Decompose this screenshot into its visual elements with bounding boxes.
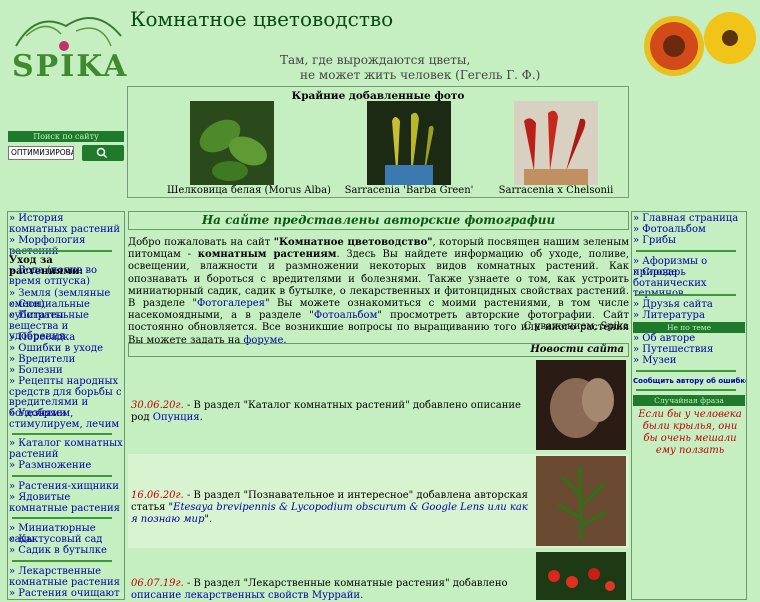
divider	[12, 560, 112, 562]
left-link-poisonous[interactable]: » Ядовитые комнатные растения	[9, 492, 123, 514]
left-link-carnivorous[interactable]: » Растения-хищники	[9, 481, 123, 493]
news-item: 30.06.20г. - В раздел "Каталог комнатных…	[128, 358, 629, 452]
news-text: 16.06.20г. - В раздел "Познавательное и …	[131, 490, 531, 526]
photo-thumb-sarracenia-barba[interactable]	[367, 101, 451, 185]
divider	[636, 294, 736, 296]
left-link-pests[interactable]: » Вредители	[9, 354, 123, 366]
news-body: ".	[204, 514, 213, 525]
divider	[12, 517, 112, 519]
left-link-repotting[interactable]: » Пересадка	[9, 332, 123, 344]
news-photo-lycopodium[interactable]	[536, 456, 626, 546]
left-link-diseases[interactable]: » Болезни	[9, 365, 123, 377]
news-date: 16.06.20г.	[131, 490, 184, 501]
welcome-site-name: "Комнатное цветоводство"	[273, 237, 433, 248]
left-link-medicinal[interactable]: » Лекарственные комнатные растения	[9, 566, 123, 588]
right-link-about[interactable]: » Об авторе	[633, 333, 745, 345]
left-link-history[interactable]: » История комнатных растений	[9, 213, 123, 235]
news-date: 06.07.19г.	[131, 578, 184, 589]
right-link-travels[interactable]: » Путешествия	[633, 344, 745, 356]
news-link[interactable]: Etesaya brevipennis & Lycopodium obscuru…	[131, 502, 528, 525]
news-text: 30.06.20г. - В раздел "Каталог комнатных…	[131, 400, 531, 424]
search-title: Поиск по сайту	[8, 131, 124, 142]
search-icon	[96, 147, 108, 159]
left-link-air-cleaning[interactable]: » Растения очищают воздух	[9, 588, 123, 599]
right-link-museums[interactable]: » Музеи	[633, 355, 745, 367]
photo-thumb-sarracenia-chelsonii[interactable]	[514, 101, 598, 185]
random-phrase-title: Случайная фраза	[633, 395, 745, 406]
right-sidebar: » Главная страница » Фотоальбом » Грибы …	[631, 211, 747, 600]
news-text: 06.07.19г. - В раздел "Лекарственные ком…	[131, 578, 531, 602]
photo-caption[interactable]: Sarracenia x Chelsonii	[491, 185, 621, 196]
left-link-water[interactable]: » Вода (полив во время отпуска)	[9, 265, 123, 287]
left-link-care-errors[interactable]: » Ошибки в уходе	[9, 343, 123, 355]
right-link-mushrooms[interactable]: » Грибы	[633, 235, 745, 247]
header-quote-line1: Там, где вырождаются цветы,	[280, 53, 471, 67]
photo-thumb-morus[interactable]	[190, 101, 274, 185]
offtopic-title: Не по теме	[633, 322, 745, 333]
news-item: 06.07.19г. - В раздел "Лекарственные ком…	[128, 550, 629, 602]
news-body: - В раздел "Лекарственные комнатные раст…	[183, 578, 508, 589]
logo-lettering: SPIKA	[12, 49, 128, 82]
photo-caption[interactable]: Шелковица белая (Morus Alba)	[167, 185, 331, 196]
random-phrase: Если бы у человека были крылья, они бы о…	[638, 409, 742, 456]
news-body: .	[199, 412, 203, 423]
news-link[interactable]: описание лекарственных свойств Муррайи	[131, 590, 360, 601]
left-link-catalog[interactable]: » Каталог комнатных растений	[9, 438, 123, 460]
divider	[12, 475, 112, 477]
photo-caption[interactable]: Sarracenia 'Barba Green'	[344, 185, 474, 196]
left-sidebar: » История комнатных растений » Морфологи…	[7, 211, 125, 600]
left-link-cactus-garden[interactable]: » Кактусовый сад	[9, 534, 123, 546]
news-photo-opuntia[interactable]	[536, 360, 626, 450]
left-link-fertilize[interactable]: » Удобряем, стимулируем, лечим	[9, 408, 123, 430]
header-quote-line2: не может жить человек (Гегель Г. Ф.)	[300, 68, 541, 82]
left-link-propagation[interactable]: » Размножение	[9, 460, 123, 472]
report-error-link[interactable]: Сообщить автору об ошибке	[633, 377, 746, 385]
right-link-friends[interactable]: » Друзья сайта	[633, 299, 745, 311]
right-link-home[interactable]: » Главная страница	[633, 213, 745, 225]
news-item: 16.06.20г. - В раздел "Познавательное и …	[128, 454, 629, 548]
header-flowers-image	[644, 12, 756, 76]
welcome-bold: комнатным растениям	[197, 249, 337, 261]
right-link-photoalbum[interactable]: » Фотоальбом	[633, 224, 745, 236]
search-input[interactable]: ОПТИМИЗИРОВАН	[8, 146, 74, 160]
divider	[636, 250, 736, 252]
welcome-part: Добро пожаловать на сайт	[128, 237, 274, 248]
divider	[12, 433, 112, 435]
search-button[interactable]	[82, 145, 124, 161]
link-photoalbum[interactable]: Фотоальбом	[314, 310, 377, 321]
right-link-literature[interactable]: » Литература	[633, 310, 745, 322]
site-logo[interactable]: SPIKA	[6, 6, 128, 82]
divider	[636, 370, 736, 372]
left-link-morphology[interactable]: » Морфология растений	[9, 235, 123, 257]
news-body: .	[360, 590, 364, 601]
divider	[636, 389, 736, 391]
site-title: Комнатное цветоводство	[130, 7, 394, 31]
news-date: 30.06.20г.	[131, 400, 184, 411]
main-banner: На сайте представлены авторские фотограф…	[128, 211, 629, 230]
left-link-bottle-garden[interactable]: » Садик в бутылке	[9, 545, 123, 557]
news-title: Новости сайта	[128, 343, 629, 357]
recent-photos-panel: Крайние добавленные фото Шелковица белая…	[127, 86, 629, 198]
news-photo-murraya[interactable]	[536, 552, 626, 600]
link-photogallery[interactable]: Фотогалерея	[197, 298, 265, 309]
divider	[12, 250, 112, 252]
news-link[interactable]: Опунция	[153, 412, 200, 423]
signature: С уважением, Spika	[523, 321, 629, 332]
